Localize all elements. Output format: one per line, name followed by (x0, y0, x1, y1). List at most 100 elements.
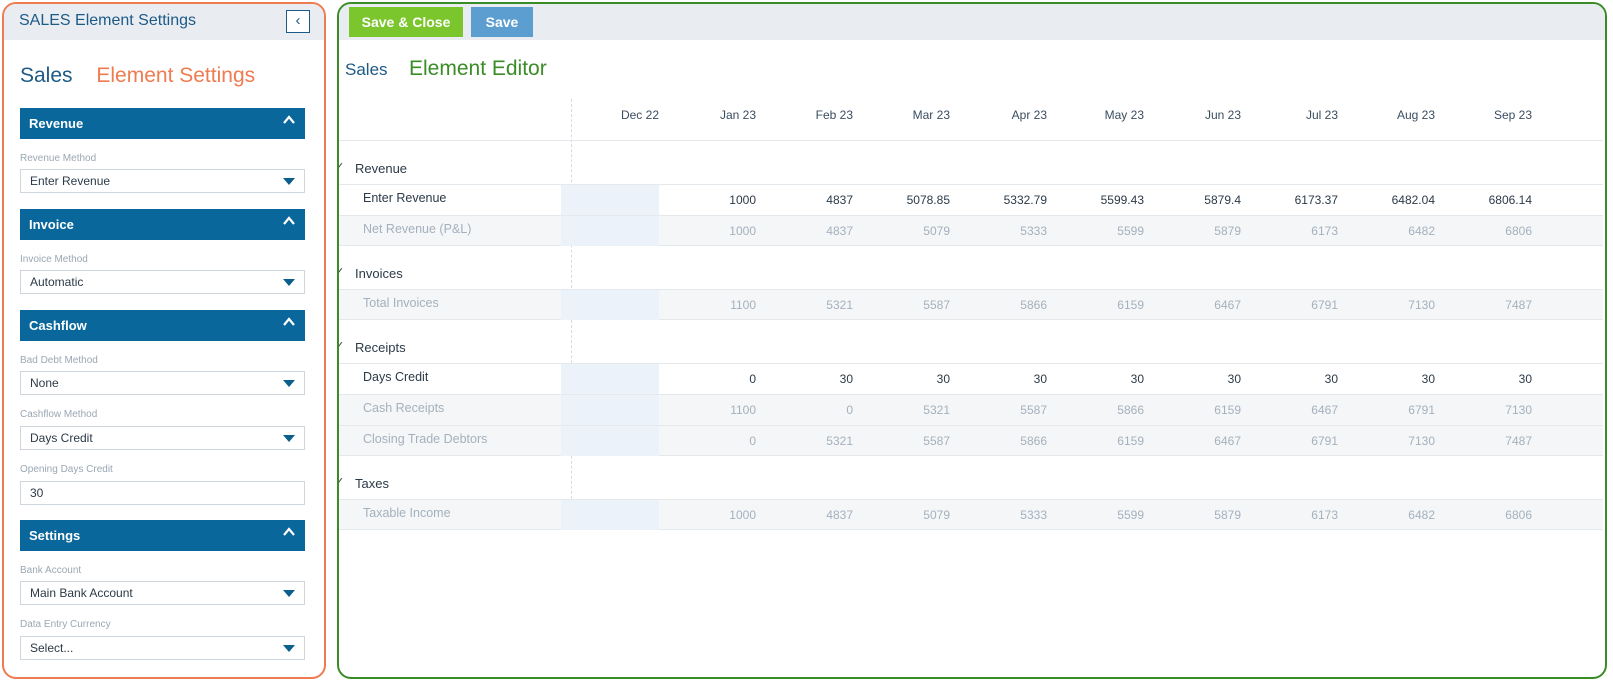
value-cell-mar-23: 5587 (923, 434, 950, 448)
month-cell-dec-22[interactable] (561, 364, 659, 394)
value-cell-feb-23: 4837 (826, 508, 853, 522)
value-cell-aug-23[interactable]: 6482.04 (1338, 193, 1435, 207)
value-cell-sep-23: 7130 (1505, 403, 1532, 417)
value-cell-mar-23: 5079 (923, 508, 950, 522)
group-row-invoices[interactable]: ✓ Invoices (339, 246, 1603, 289)
month-cell-dec-22 (561, 426, 659, 456)
value-cell-apr-23: 5866 (1020, 434, 1047, 448)
chevron-up-icon (282, 315, 296, 329)
value-cell-jan-23: 1100 (730, 403, 756, 417)
value-cell-may-23[interactable]: 30 (1047, 372, 1144, 386)
value-cell-feb-23: 5321 (826, 298, 853, 312)
value-cell-jul-23[interactable]: 30 (1241, 372, 1338, 386)
value-cell-sep-23[interactable]: 30 (1435, 372, 1532, 386)
collapse-check-icon[interactable]: ✓ (339, 339, 344, 352)
row-label: Days Credit (363, 370, 429, 384)
row-label: Closing Trade Debtors (363, 432, 488, 446)
month-header-aug-23: Aug 23 (1396, 108, 1435, 122)
value-cell-jun-23: 6159 (1214, 403, 1241, 417)
bank-account-select[interactable]: Main Bank Account (20, 581, 305, 605)
value-cell-mar-23[interactable]: 5078.85 (853, 193, 950, 207)
value-cell-aug-23: 6482 (1408, 224, 1435, 238)
month-header-mar-23: Mar 23 (912, 108, 950, 122)
save-button[interactable]: Save (471, 7, 533, 37)
value-cell-jun-23[interactable]: 30 (1144, 372, 1241, 386)
value-cell-apr-23: 5866 (1020, 298, 1047, 312)
revenue-method-select[interactable]: Enter Revenue (20, 169, 305, 193)
collapse-check-icon[interactable]: ✓ (339, 265, 344, 278)
value-cell-aug-23: 6482 (1408, 508, 1435, 522)
bad-debt-method-select[interactable]: None (20, 371, 305, 395)
value-cell-aug-23: 6791 (1408, 403, 1435, 417)
editor-toolbar: Save & Close Save (339, 4, 1605, 40)
value-cell-feb-23: 4837 (826, 224, 853, 238)
chevron-up-icon (282, 525, 296, 539)
row-label: Total Invoices (363, 296, 439, 310)
value-cell-jun-23[interactable]: 5879.4 (1144, 193, 1241, 207)
value-cell-jan-23[interactable]: 0 (659, 372, 756, 386)
month-header-row: Dec 22 Jan 23 Feb 23 Mar 23 Apr 23 May 23 Jun … (339, 99, 1603, 141)
invoice-method-value: Automatic (30, 275, 84, 289)
value-cell-mar-23[interactable]: 30 (853, 372, 950, 386)
value-cell-apr-23[interactable]: 5332.79 (950, 193, 1047, 207)
cashflow-method-select[interactable]: Days Credit (20, 426, 305, 450)
value-cell-jun-23: 5879 (1214, 508, 1241, 522)
month-header-dec-22: Dec 22 (620, 108, 659, 122)
month-header-apr-23: Apr 23 (1011, 108, 1047, 122)
data-entry-currency-select[interactable]: Select... (20, 636, 305, 660)
month-header-sep-23: Sep 23 (1493, 108, 1532, 122)
value-cell-sep-23: 7487 (1505, 434, 1532, 448)
value-cell-sep-23: 6806 (1505, 224, 1532, 238)
value-cell-may-23: 5866 (1117, 403, 1144, 417)
value-cell-jan-23[interactable]: 1000 (659, 193, 756, 207)
value-cell-feb-23[interactable]: 30 (756, 372, 853, 386)
group-row-revenue[interactable]: ✓ Revenue (339, 141, 1603, 184)
settings-heading: Sales Element Settings (20, 64, 255, 88)
value-cell-may-23[interactable]: 5599.43 (1047, 193, 1144, 207)
group-row-taxes[interactable]: ✓ Taxes (339, 456, 1603, 499)
section-invoice[interactable]: Invoice (20, 209, 305, 240)
section-cashflow[interactable]: Cashflow (20, 310, 305, 341)
table-row: Days Credit 0 30 30 30 30 30 30 30 30 (339, 363, 1603, 394)
value-cell-jul-23[interactable]: 6173.37 (1241, 193, 1338, 207)
invoice-method-select[interactable]: Automatic (20, 270, 305, 294)
value-cell-jul-23: 6791 (1311, 298, 1338, 312)
collapse-check-icon[interactable]: ✓ (339, 160, 344, 173)
value-cell-aug-23[interactable]: 30 (1338, 372, 1435, 386)
bad-debt-method-label: Bad Debt Method (20, 355, 98, 366)
chevron-left-icon: ‹ (295, 12, 301, 29)
dropdown-caret-icon (283, 279, 295, 286)
table-row: Cash Receipts 1100 0 5321 5587 5866 6159 6467 67… (339, 394, 1603, 425)
value-cell-apr-23: 5333 (1020, 224, 1047, 238)
value-cell-jan-23: 0 (749, 434, 756, 448)
section-revenue[interactable]: Revenue (20, 108, 305, 139)
chevron-up-icon (282, 113, 296, 127)
save-and-close-button[interactable]: Save & Close (349, 7, 463, 37)
value-cell-feb-23: 0 (846, 403, 853, 417)
month-cell-dec-22 (561, 290, 659, 320)
month-cell-dec-22 (561, 500, 659, 530)
group-label: Taxes (355, 476, 389, 491)
value-cell-jul-23: 6173 (1311, 224, 1338, 238)
value-cell-feb-23[interactable]: 4837 (756, 193, 853, 207)
value-cell-jun-23: 6467 (1214, 434, 1241, 448)
collapse-panel-button[interactable]: ‹ (286, 10, 310, 33)
value-cell-mar-23: 5587 (923, 298, 950, 312)
settings-heading-sub: Element Settings (96, 64, 256, 87)
value-cell-aug-23: 7130 (1408, 298, 1435, 312)
element-settings-panel: SALES Element Settings ‹ Sales Element S… (2, 2, 326, 679)
collapse-check-icon[interactable]: ✓ (339, 475, 344, 488)
value-cell-jan-23: 1100 (730, 298, 756, 312)
table-row: Taxable Income 1000 4837 5079 5333 5599 5879 61… (339, 499, 1603, 530)
value-cell-may-23: 6159 (1117, 434, 1144, 448)
section-settings[interactable]: Settings (20, 520, 305, 551)
month-cell-dec-22[interactable] (561, 185, 659, 215)
opening-days-credit-input[interactable] (20, 481, 305, 505)
value-cell-sep-23[interactable]: 6806.14 (1435, 193, 1532, 207)
value-cell-apr-23[interactable]: 30 (950, 372, 1047, 386)
group-row-receipts[interactable]: ✓ Receipts (339, 320, 1603, 363)
month-cell-dec-22 (561, 216, 659, 246)
editor-heading: Sales Element Editor (345, 57, 547, 81)
value-cell-apr-23: 5587 (1020, 403, 1047, 417)
value-cell-may-23: 5599 (1117, 224, 1144, 238)
